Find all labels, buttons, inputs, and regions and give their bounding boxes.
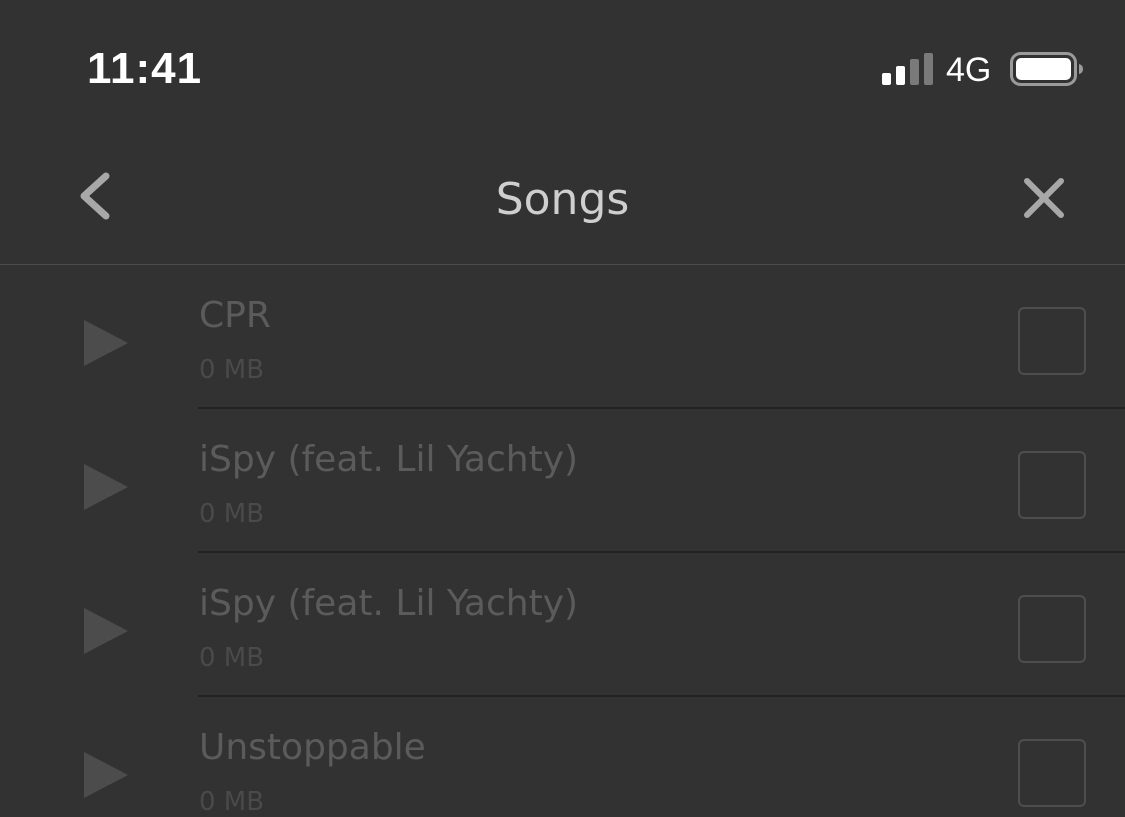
list-item[interactable]: iSpy (feat. Lil Yachty) 0 MB: [0, 409, 1125, 553]
song-select-checkbox[interactable]: [1018, 307, 1086, 375]
song-select-checkbox[interactable]: [1018, 739, 1086, 807]
page-title: Songs: [495, 174, 630, 225]
song-title: iSpy (feat. Lil Yachty): [199, 439, 579, 480]
song-select-checkbox[interactable]: [1018, 451, 1086, 519]
songs-screen: 11:41 4G Songs CPR 0 MB iSpy (feat. Lil …: [0, 0, 1125, 817]
song-size: 0 MB: [199, 787, 265, 817]
status-time: 11:41: [87, 44, 203, 93]
song-title: iSpy (feat. Lil Yachty): [199, 583, 579, 624]
song-select-checkbox[interactable]: [1018, 595, 1086, 663]
play-icon[interactable]: [80, 749, 132, 801]
nav-bar: Songs: [0, 130, 1125, 265]
cellular-signal-icon: [882, 53, 933, 85]
battery-icon: [1010, 52, 1083, 86]
list-item[interactable]: Unstoppable 0 MB: [0, 697, 1125, 817]
song-list: CPR 0 MB iSpy (feat. Lil Yachty) 0 MB iS…: [0, 265, 1125, 817]
play-icon[interactable]: [80, 317, 132, 369]
song-size: 0 MB: [199, 355, 265, 385]
list-item[interactable]: iSpy (feat. Lil Yachty) 0 MB: [0, 553, 1125, 697]
list-item[interactable]: CPR 0 MB: [0, 265, 1125, 409]
play-icon[interactable]: [80, 461, 132, 513]
song-title: Unstoppable: [199, 727, 426, 768]
status-bar: 11:41 4G: [0, 0, 1125, 130]
network-type: 4G: [946, 51, 992, 89]
song-title: CPR: [199, 295, 271, 336]
close-icon[interactable]: [1014, 168, 1074, 228]
song-size: 0 MB: [199, 643, 265, 673]
song-size: 0 MB: [199, 499, 265, 529]
play-icon[interactable]: [80, 605, 132, 657]
